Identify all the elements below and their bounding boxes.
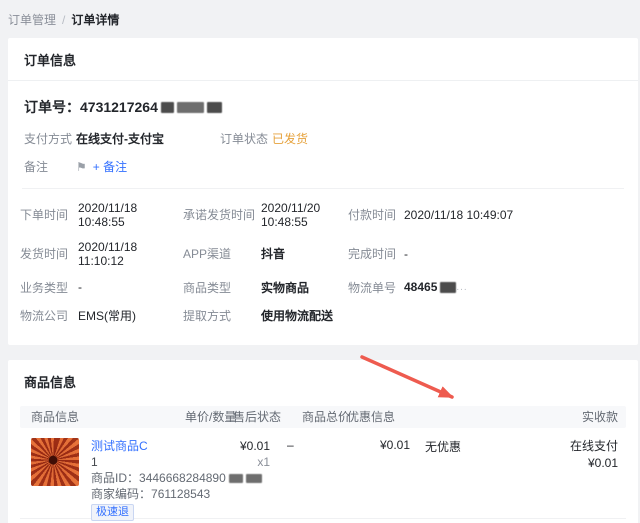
field-value: 2020/11/18 11:10:12 xyxy=(78,240,183,268)
field-value: 抖音 xyxy=(261,245,285,262)
col-header-discount: 优惠信息 xyxy=(347,406,395,428)
remark-row: 备注 ⚑ + 备注 xyxy=(8,147,638,188)
col-header-unit-price-qty: 单价/数量 xyxy=(185,406,236,428)
col-header-total-price: 商品总价 xyxy=(302,406,350,428)
flag-icon: ⚑ xyxy=(76,160,87,174)
field-value: 2020/11/20 10:48:55 xyxy=(261,201,348,229)
field-label: 提取方式 xyxy=(183,307,261,324)
product-table-header: 商品信息 单价/数量 售后状态 商品总价 优惠信息 实收款 xyxy=(20,406,626,428)
field-label: 物流单号 xyxy=(348,279,404,296)
received-amount: ¥0.01 xyxy=(570,455,618,472)
pay-method-label: 支付方式 xyxy=(24,130,76,147)
product-row: 测试商品C 1 商品ID：3446668284890 商家编码：76112854… xyxy=(20,428,626,518)
breadcrumb-order-detail: 订单详情 xyxy=(71,13,119,27)
order-number-row: 订单号：4731217264 xyxy=(8,81,638,117)
redacted-text: ... xyxy=(456,282,467,293)
field-label: 业务类型 xyxy=(20,279,78,296)
field-value: 实物商品 xyxy=(261,279,309,296)
field-label: 承诺发货时间 xyxy=(183,206,261,223)
redacted-text xyxy=(161,102,174,113)
redacted-text xyxy=(229,474,243,483)
merchant-code-value: 761128543 xyxy=(151,487,210,501)
field-label: APP渠道 xyxy=(183,245,261,262)
redacted-text xyxy=(440,282,456,293)
unit-count: x1 xyxy=(180,454,270,470)
total-price: ¥0.01 xyxy=(330,438,410,452)
field-value: 2020/11/18 10:49:07 xyxy=(404,208,513,222)
order-info-card: 订单信息 订单号：4731217264 支付方式 在线支付-支付宝 订单状态 已… xyxy=(8,38,638,345)
order-status-badge: 已发货 xyxy=(272,130,308,147)
payment-status-row: 支付方式 在线支付-支付宝 订单状态 已发货 xyxy=(8,117,638,147)
product-info-card: 商品信息 商品信息 单价/数量 售后状态 商品总价 优惠信息 实收款 测试商品C… xyxy=(8,360,638,523)
field-label: 物流公司 xyxy=(20,307,78,324)
order-number-value: 4731217264 xyxy=(80,99,158,115)
col-header-received: 实收款 xyxy=(582,406,618,428)
field-label: 付款时间 xyxy=(348,206,404,223)
product-id-line: 商品ID：3446668284890 xyxy=(91,470,262,486)
field-value: - xyxy=(404,247,408,261)
product-id-label: 商品ID： xyxy=(91,471,139,485)
breadcrumb: 订单管理 / 订单详情 xyxy=(0,0,640,38)
col-header-product: 商品信息 xyxy=(31,406,79,428)
pay-method-value: 在线支付-支付宝 xyxy=(76,130,164,147)
merchant-code-line: 商家编码：761128543 xyxy=(91,486,262,502)
redacted-text xyxy=(177,102,204,113)
field-label: 完成时间 xyxy=(348,245,404,262)
col-header-after-sale: 售后状态 xyxy=(233,406,281,428)
add-remark-link[interactable]: + 备注 xyxy=(93,158,127,175)
fast-refund-badge: 极速退 xyxy=(91,504,134,521)
product-info-title: 商品信息 xyxy=(8,360,638,402)
field-label: 下单时间 xyxy=(20,206,78,223)
breadcrumb-separator: / xyxy=(62,13,65,27)
tracking-number-value: 48465 xyxy=(404,280,437,294)
received-method: 在线支付 xyxy=(570,438,618,455)
field-value: 使用物流配送 xyxy=(261,307,333,324)
redacted-text xyxy=(246,474,262,483)
order-detail-page: 订单管理/订单详情 订单信息 订单号：4731217264 支付方式 在线支付-… xyxy=(0,0,640,523)
product-thumbnail[interactable] xyxy=(31,438,79,486)
field-label: 发货时间 xyxy=(20,245,78,262)
redacted-text xyxy=(207,102,222,113)
order-info-grid: 下单时间2020/11/18 10:48:55 承诺发货时间2020/11/20… xyxy=(8,189,638,345)
field-label: 商品类型 xyxy=(183,279,261,296)
discount-info: 无优惠 xyxy=(425,438,461,455)
order-number-label: 订单号： xyxy=(24,99,80,115)
after-sale-status: – xyxy=(287,438,294,452)
field-value: - xyxy=(78,280,82,294)
order-info-title: 订单信息 xyxy=(8,38,638,81)
order-status-label: 订单状态 xyxy=(220,130,272,147)
remark-label: 备注 xyxy=(24,158,76,175)
unit-price: ¥0.01 xyxy=(180,438,270,454)
field-value: 2020/11/18 10:48:55 xyxy=(78,201,183,229)
merchant-code-label: 商家编码： xyxy=(91,487,151,501)
field-value: EMS(常用) xyxy=(78,307,136,324)
product-id-value: 3446668284890 xyxy=(139,471,226,485)
breadcrumb-order-management[interactable]: 订单管理 xyxy=(8,13,56,27)
